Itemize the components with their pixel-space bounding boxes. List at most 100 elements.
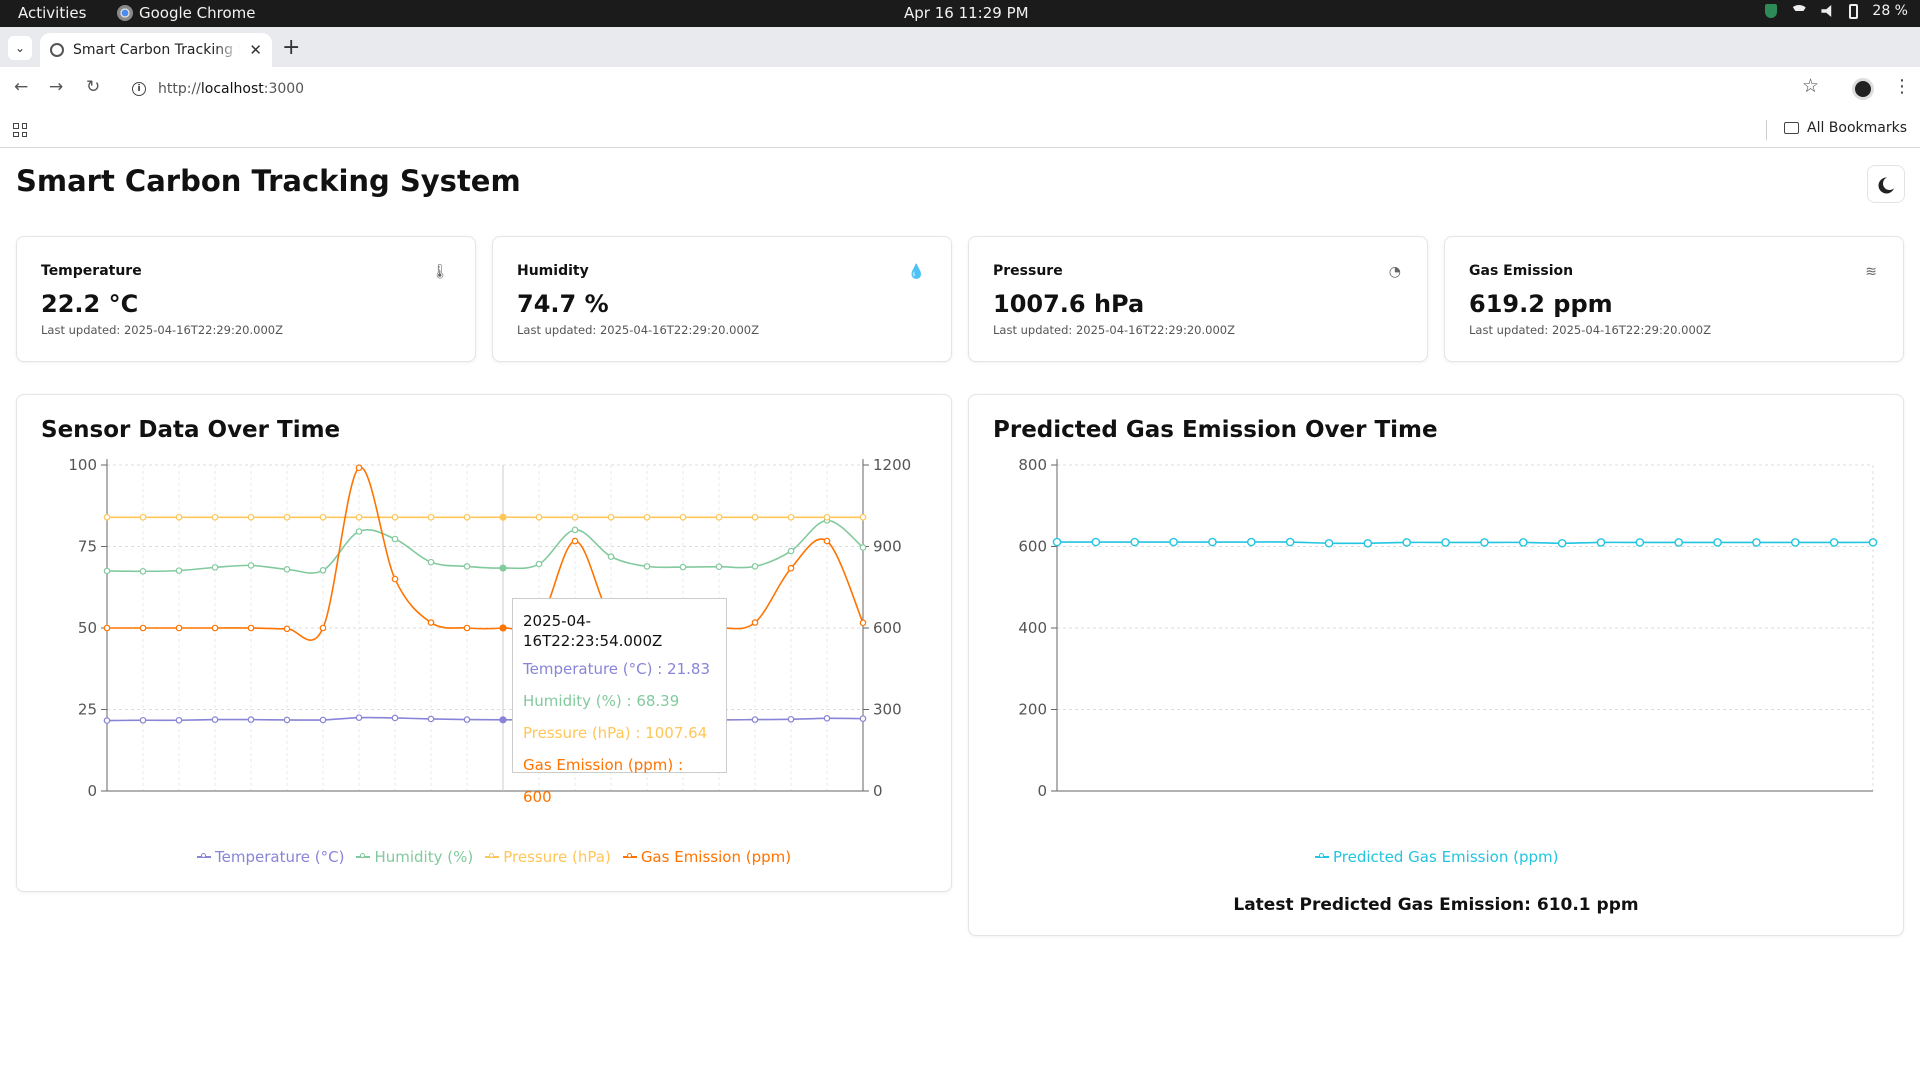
- tooltip-row-pressure: Pressure (hPa) : 1007.64: [523, 724, 708, 742]
- address-bar[interactable]: i http://localhost:3000: [122, 71, 1772, 107]
- data-point: [247, 624, 255, 632]
- stat-updated: Last updated: 2025-04-16T22:29:20.000Z: [1469, 323, 1711, 337]
- os-top-bar: Activities Google Chrome Apr 16 11:29 PM…: [0, 0, 1920, 27]
- stat-value: 22.2 °C: [41, 290, 139, 318]
- stat-label: Pressure: [993, 263, 1063, 279]
- legend-item[interactable]: Predicted Gas Emission (ppm): [1315, 848, 1558, 866]
- info-icon[interactable]: i: [132, 82, 146, 96]
- stat-value: 619.2 ppm: [1469, 290, 1613, 318]
- data-point: [463, 513, 471, 521]
- profile-avatar[interactable]: [1852, 78, 1874, 100]
- url-text[interactable]: http://localhost:3000: [158, 81, 304, 97]
- sensor-chart-card: Sensor Data Over Time 0 25 50 75 100 0 300 600 9…: [16, 394, 952, 892]
- bookmark-star-icon[interactable]: ☆: [1802, 75, 1819, 97]
- data-point: [211, 513, 219, 521]
- forward-arrow-icon[interactable]: →: [49, 77, 63, 97]
- chart-legend: Predicted Gas Emission (ppm): [1315, 848, 1558, 866]
- data-point: [823, 513, 831, 521]
- legend-item[interactable]: Humidity (%): [356, 848, 473, 866]
- page-title: Smart Carbon Tracking System: [16, 164, 521, 198]
- y-tick-label-right: 0: [873, 782, 883, 800]
- legend-label: Temperature (°C): [215, 848, 345, 866]
- data-point: [247, 513, 255, 521]
- tab-active[interactable]: Smart Carbon Tracking System ✕: [40, 33, 272, 67]
- data-point: [1674, 538, 1684, 547]
- sensor-line-chart[interactable]: 0 25 50 75 100 0 300 600 900 1200: [17, 445, 953, 865]
- new-tab-button[interactable]: +: [282, 35, 300, 60]
- data-point: [1246, 537, 1256, 547]
- data-point: [1208, 537, 1217, 547]
- system-tray[interactable]: 28 %: [1765, 3, 1908, 19]
- data-point: [391, 575, 399, 583]
- app-name: Google Chrome: [139, 4, 256, 22]
- url-host: localhost: [200, 81, 264, 97]
- data-point: [715, 563, 723, 571]
- stat-card-humidity: Humidity 💧 74.7 % Last updated: 2025-04-…: [492, 236, 952, 362]
- bookmarks-divider: [1766, 120, 1767, 140]
- data-point: [391, 513, 399, 521]
- legend-item[interactable]: Pressure (hPa): [485, 848, 611, 866]
- thermometer-icon: 🌡: [431, 264, 449, 280]
- data-point: [1518, 538, 1528, 547]
- tooltip-row-humidity: Humidity (%) : 68.39: [523, 692, 680, 710]
- data-point: [751, 563, 759, 570]
- data-point: [103, 567, 111, 575]
- legend-marker: [622, 853, 637, 858]
- data-point: [247, 562, 255, 569]
- data-point: [643, 513, 651, 521]
- tab-strip: ⌄ Smart Carbon Tracking System ✕ +: [0, 27, 1920, 67]
- y-tick-label: 400: [1018, 619, 1047, 637]
- legend-label: Pressure (hPa): [503, 848, 611, 866]
- theme-toggle-button[interactable]: [1867, 165, 1905, 203]
- data-point: [499, 513, 507, 521]
- y-tick-label-left: 75: [78, 538, 97, 556]
- back-arrow-icon[interactable]: ←: [14, 77, 28, 97]
- menu-kebab-icon[interactable]: ⋮: [1893, 76, 1911, 97]
- data-point: [211, 624, 219, 632]
- data-point: [283, 513, 291, 521]
- clock[interactable]: Apr 16 11:29 PM: [904, 4, 1029, 22]
- data-point: [1829, 538, 1839, 547]
- bookmarks-bar: All Bookmarks: [0, 112, 1920, 148]
- app-menu[interactable]: Google Chrome: [117, 4, 256, 22]
- close-icon[interactable]: ✕: [249, 41, 262, 59]
- data-point: [283, 625, 291, 633]
- data-point: [1285, 537, 1295, 547]
- wifi-icon: [1791, 5, 1808, 17]
- data-point: [787, 564, 795, 572]
- legend-label: Predicted Gas Emission (ppm): [1333, 848, 1559, 866]
- tooltip-label: 2025-04-16T22:23:54.000Z: [523, 612, 663, 650]
- series-line: [1056, 541, 1874, 545]
- data-point: [787, 513, 795, 521]
- legend-marker: [485, 853, 500, 858]
- data-point: [571, 537, 579, 545]
- all-bookmarks-button[interactable]: All Bookmarks: [1784, 120, 1907, 136]
- chrome-icon: [117, 5, 133, 21]
- data-point: [103, 717, 111, 724]
- tooltip-row-gas: Gas Emission (ppm) : 600: [523, 756, 684, 806]
- data-point: [211, 716, 219, 723]
- legend-item[interactable]: Gas Emission (ppm): [622, 848, 791, 866]
- data-point: [1480, 538, 1489, 547]
- data-point: [679, 563, 687, 571]
- data-point: [1596, 538, 1606, 547]
- y-tick-label-left: 25: [78, 701, 97, 719]
- legend-item[interactable]: Temperature (°C): [197, 848, 344, 866]
- predicted-line-chart[interactable]: 0 200 400 600 800: [969, 445, 1905, 865]
- folder-icon: [1784, 122, 1799, 134]
- reload-icon[interactable]: ↻: [86, 77, 100, 97]
- data-point: [1363, 538, 1373, 548]
- data-point: [175, 624, 183, 632]
- data-point: [1557, 538, 1567, 548]
- legend-marker: [1315, 853, 1329, 858]
- stat-label: Gas Emission: [1469, 263, 1574, 279]
- tab-search-button[interactable]: ⌄: [8, 36, 32, 60]
- activities-button[interactable]: Activities: [18, 4, 86, 22]
- data-point: [1324, 538, 1334, 548]
- battery-percent: 28 %: [1872, 3, 1908, 19]
- apps-grid-icon[interactable]: [13, 123, 27, 137]
- shield-icon: [1765, 4, 1778, 18]
- data-point: [607, 513, 615, 521]
- data-point: [1402, 538, 1412, 547]
- data-point: [391, 714, 399, 722]
